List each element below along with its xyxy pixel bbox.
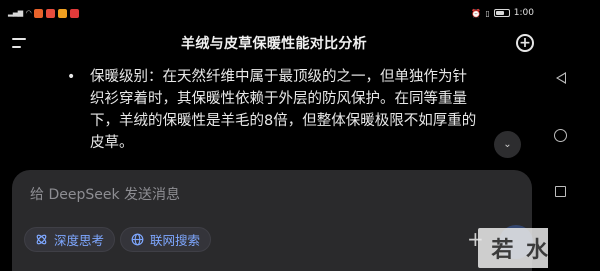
assistant-message: • 保暖级别：在天然纤维中属于最顶级的之一，但单独作为针 织衫穿着时，其保暖性依… [67, 66, 538, 154]
status-right: ⏰ ▯ 1:00 [471, 8, 534, 18]
message-input[interactable]: 给 DeepSeek 发送消息 [30, 184, 180, 204]
message-line: 皮草。 [90, 135, 134, 151]
back-icon[interactable] [556, 72, 566, 84]
globe-icon [131, 233, 144, 246]
chevron-down-icon: ⌄ [503, 139, 512, 150]
alarm-icon: ⏰ [471, 8, 482, 18]
message-paragraph: 保暖级别：在天然纤维中属于最顶级的之一，但单独作为针 织衫穿着时，其保暖性依赖于… [78, 66, 538, 154]
scroll-to-bottom-button[interactable]: ⌄ [494, 131, 521, 158]
message-line: 下，羊绒的保暖性是羊毛的8倍，但整体保暖极限不如厚重的 [90, 113, 477, 129]
new-chat-icon[interactable]: + [516, 34, 534, 52]
bullet-marker: • [67, 69, 76, 85]
status-left: ▂▄▆ ◠ [8, 8, 80, 18]
status-bar: ▂▄▆ ◠ ⏰ ▯ 1:00 [0, 0, 540, 26]
recent-apps-icon[interactable] [555, 186, 566, 197]
page-title: 羊绒与皮草保暖性能对比分析 [181, 36, 367, 52]
vibrate-icon: ▯ [485, 8, 490, 18]
app-notification-icon [58, 8, 68, 18]
composer-panel: 给 DeepSeek 发送消息 深度思考 联网搜索 + [12, 170, 533, 271]
top-app-bar: 羊绒与皮草保暖性能对比分析 + [0, 28, 548, 58]
app-notification-icon [70, 8, 80, 18]
app-notification-icon [46, 8, 56, 18]
status-time: 1:00 [513, 8, 534, 18]
watermark-char: 若 [491, 237, 516, 263]
home-icon[interactable] [554, 129, 567, 142]
battery-icon [493, 9, 510, 17]
app-notification-icon [34, 8, 44, 18]
signal-icon: ▂▄▆ [8, 9, 23, 17]
menu-icon[interactable] [12, 36, 30, 50]
wifi-icon: ◠ [25, 9, 32, 17]
deep-think-icon [36, 234, 47, 245]
message-line: 保暖级别：在天然纤维中属于最顶级的之一，但单独作为针 [90, 69, 467, 85]
deep-think-label: 深度思考 [54, 233, 105, 248]
watermark-char: 水 [525, 237, 550, 263]
message-line: 织衫穿着时，其保暖性依赖于外层的防风保护。在同等重量 [90, 91, 467, 107]
web-search-button[interactable]: 联网搜索 [120, 227, 212, 252]
deep-think-button[interactable]: 深度思考 [24, 227, 116, 252]
web-search-label: 联网搜索 [150, 233, 201, 248]
